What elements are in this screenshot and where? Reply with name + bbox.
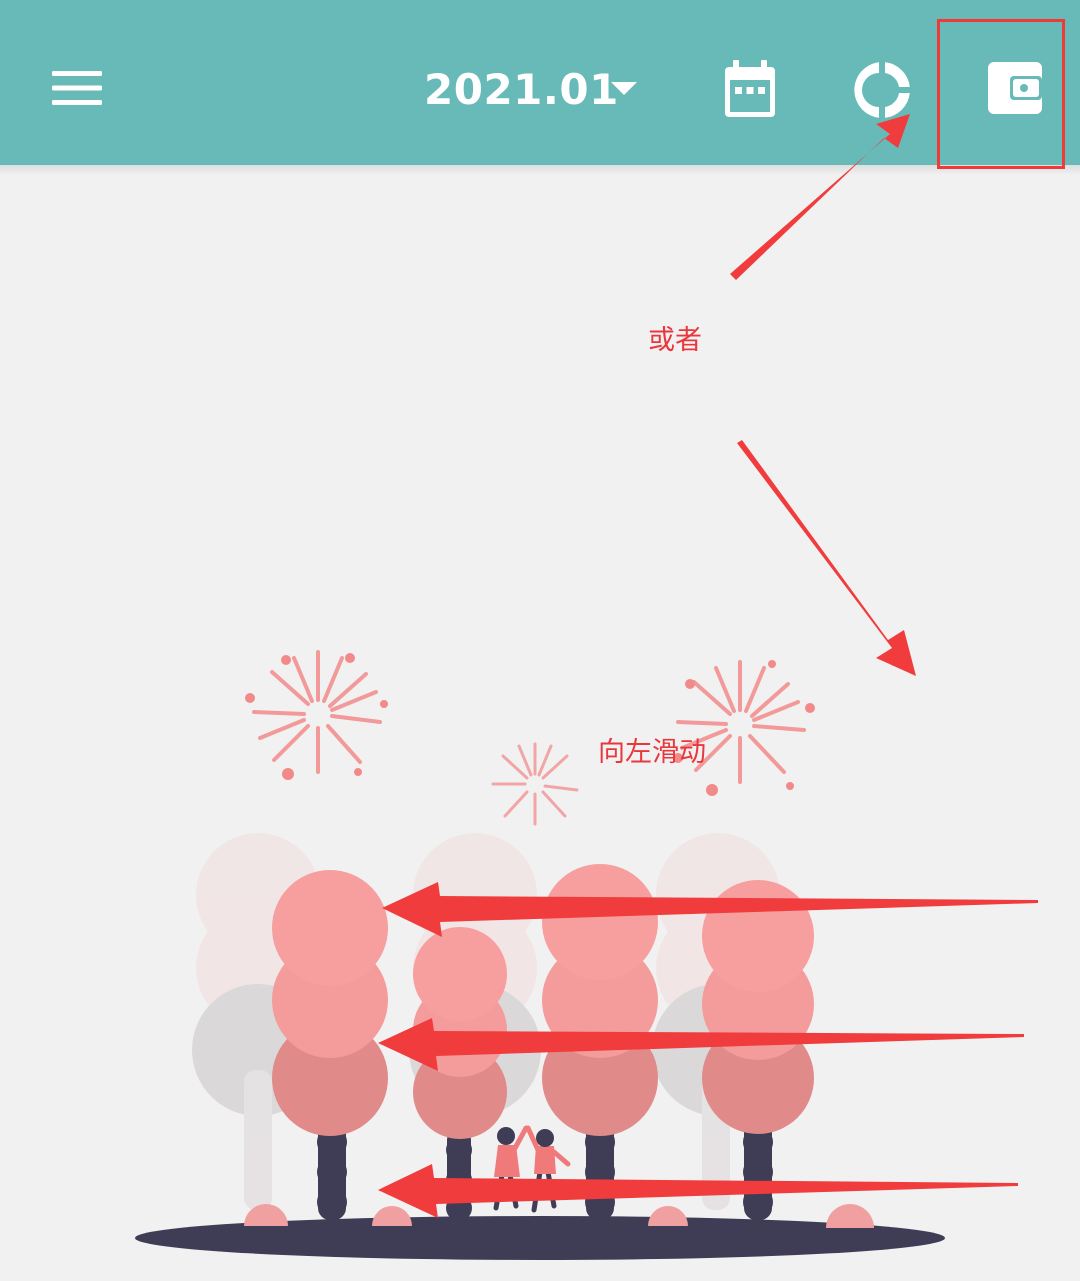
- month-selector[interactable]: 2021.01: [424, 60, 619, 120]
- tree-2: [413, 927, 507, 1221]
- firework-right: [673, 660, 815, 796]
- calendar-icon[interactable]: [724, 60, 776, 118]
- donut-chart-icon[interactable]: [852, 60, 912, 120]
- annotation-swipe-left-label: 向左滑动: [598, 737, 706, 768]
- people-high-five: [493, 1125, 571, 1213]
- firework-middle: [491, 742, 579, 826]
- highlight-box: [937, 19, 1065, 169]
- tree-3: [542, 864, 658, 1220]
- hamburger-menu-icon[interactable]: [52, 70, 102, 106]
- app-header: 2021.01: [0, 0, 1080, 165]
- annotation-or-label: 或者: [648, 325, 702, 356]
- firework-left: [245, 650, 388, 780]
- empty-state-illustration: [135, 650, 945, 1260]
- caret-down-icon[interactable]: [611, 82, 637, 96]
- tree-1: [272, 870, 388, 1220]
- header-shadow: [0, 165, 1080, 175]
